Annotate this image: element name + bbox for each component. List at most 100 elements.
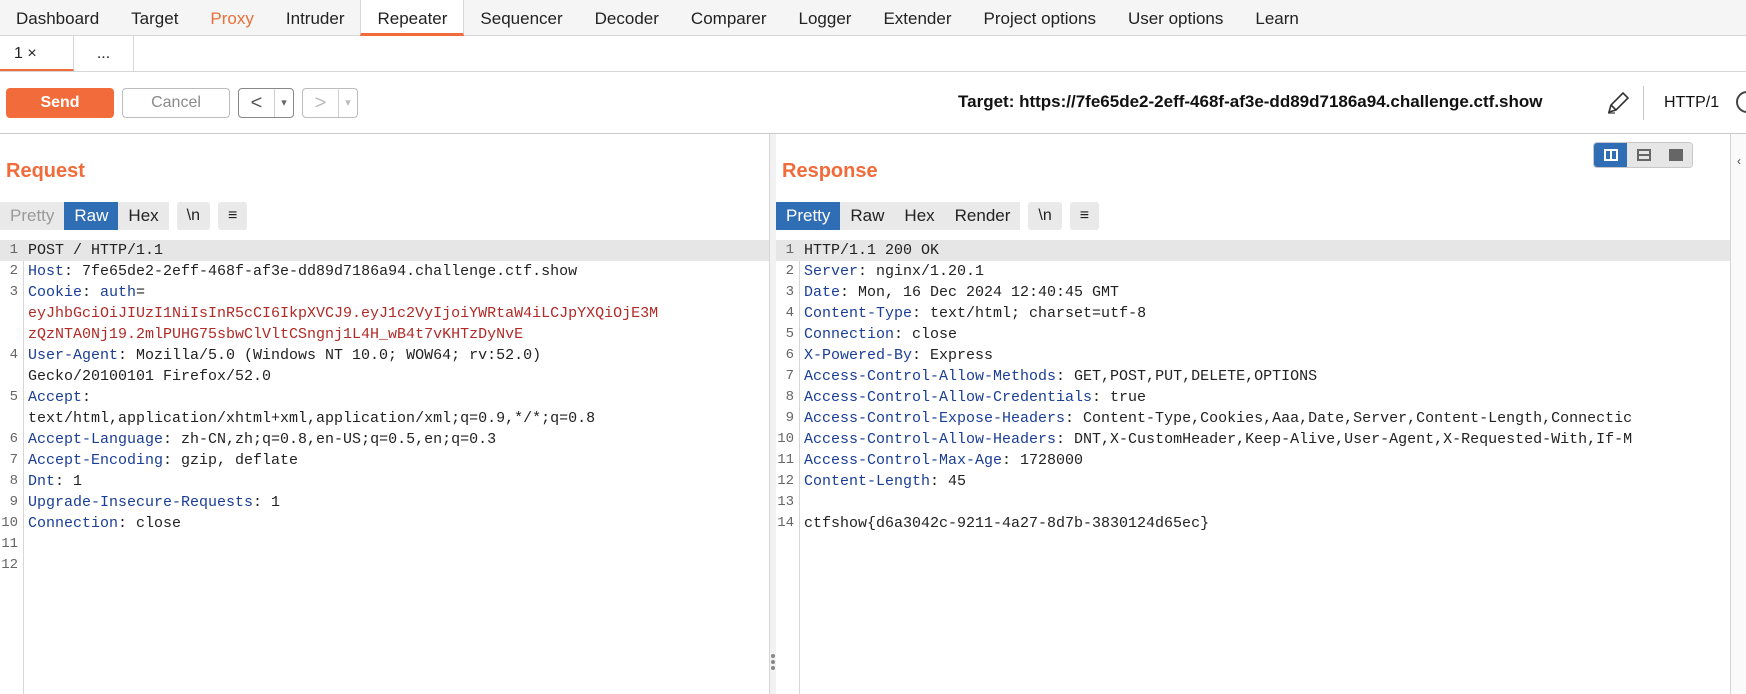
request-editor[interactable]: 1 POST / HTTP/1.1 2 Host: 7fe65de2-2eff-468… — [0, 240, 769, 694]
request-newline-toggle[interactable]: \n — [176, 202, 210, 230]
line-number: 10 — [777, 431, 794, 447]
tab-dashboard[interactable]: Dashboard — [0, 0, 115, 36]
code-text: eyJhbGciOiJIUzI1NiIsInR5cCI6IkpXVCJ9.eyJ… — [28, 303, 658, 324]
tab-extender[interactable]: Extender — [867, 0, 967, 36]
code-text: Access-Control-Allow-Methods: GET,POST,P… — [804, 366, 1317, 387]
response-line: 5 Connection: close — [776, 324, 1730, 345]
header-name: Server — [804, 263, 859, 280]
request-line: 4 User-Agent: Mozilla/5.0 (Windows NT 10.… — [0, 345, 769, 366]
response-line: 8 Access-Control-Allow-Credentials: true — [776, 387, 1730, 408]
code-text: User-Agent: Mozilla/5.0 (Windows NT 10.0… — [28, 345, 541, 366]
tab-intruder[interactable]: Intruder — [270, 0, 361, 36]
code-text: Date: Mon, 16 Dec 2024 12:40:45 GMT — [804, 282, 1119, 303]
help-icon[interactable] — [1736, 91, 1746, 113]
request-tab-pretty[interactable]: Pretty — [0, 202, 65, 230]
code-segment: : — [82, 389, 92, 406]
code-text: ctfshow{d6a3042c-9211-4a27-8d7b-3830124d… — [804, 513, 1209, 534]
code-text: Connection: close — [804, 324, 957, 345]
header-name: Accept-Language — [28, 431, 164, 448]
code-text: Upgrade-Insecure-Requests: 1 — [28, 492, 280, 513]
code-segment: : — [82, 284, 101, 301]
line-number: 10 — [1, 515, 18, 531]
back-dropdown-icon[interactable]: ▾ — [275, 89, 293, 117]
code-segment: : text/html; charset=utf-8 — [912, 305, 1147, 322]
tab-user-options[interactable]: User options — [1112, 0, 1239, 36]
request-line: 12 — [0, 555, 769, 576]
target-url: Target: https://7fe65de2-2eff-468f-af3e-… — [958, 92, 1543, 111]
request-title: Request — [6, 160, 85, 182]
request-line: 10 Connection: close — [0, 513, 769, 534]
line-number: 12 — [1, 557, 18, 573]
header-name: Date — [804, 284, 841, 301]
response-line: 11 Access-Control-Max-Age: 1728000 — [776, 450, 1730, 471]
layout-stacked-button[interactable] — [1626, 143, 1660, 167]
tab-comparer[interactable]: Comparer — [675, 0, 783, 36]
back-arrow-icon[interactable]: < — [239, 89, 275, 117]
response-menu-icon[interactable]: ≡ — [1069, 202, 1100, 230]
expand-inspector-icon[interactable]: ‹ — [1737, 154, 1741, 168]
header-name: Access-Control-Expose-Headers — [804, 410, 1066, 427]
layout-tabs-button[interactable] — [1659, 143, 1692, 167]
line-number: 6 — [785, 347, 794, 363]
cancel-button[interactable]: Cancel — [122, 88, 230, 118]
http-version-label[interactable]: HTTP/1 — [1664, 94, 1719, 112]
code-text: POST / HTTP/1.1 — [28, 240, 163, 261]
repeater-toolbar: Send Cancel < ▾ > ▾ Target: https://7fe6… — [0, 72, 1746, 134]
tab-sequencer[interactable]: Sequencer — [464, 0, 578, 36]
code-text: Accept: — [28, 387, 91, 408]
code-text: Gecko/20100101 Firefox/52.0 — [28, 366, 271, 387]
tab-proxy[interactable]: Proxy — [194, 0, 269, 36]
header-name: Host — [28, 263, 65, 280]
response-tab-raw[interactable]: Raw — [840, 202, 895, 230]
response-line: 2 Server: nginx/1.20.1 — [776, 261, 1730, 282]
edit-target-icon[interactable] — [1605, 90, 1631, 116]
code-text: Accept-Language: zh-CN,zh;q=0.8,en-US;q=… — [28, 429, 496, 450]
tab-project-options[interactable]: Project options — [968, 0, 1112, 36]
repeater-new-tab[interactable]: ... — [74, 36, 134, 71]
repeater-tab-1[interactable]: 1 × — [0, 36, 74, 71]
forward-arrow-icon[interactable]: > — [303, 89, 339, 117]
single-pane-icon — [1669, 149, 1684, 161]
line-number: 5 — [9, 389, 18, 405]
back-button[interactable]: < ▾ — [238, 88, 294, 118]
code-segment: Gecko/20100101 Firefox/52.0 — [28, 368, 272, 385]
line-number: 2 — [785, 263, 794, 279]
line-number: 11 — [1, 536, 18, 552]
tab-learn[interactable]: Learn — [1239, 0, 1314, 36]
code-text: Access-Control-Allow-Headers: DNT,X-Cust… — [804, 429, 1632, 450]
tab-decoder[interactable]: Decoder — [579, 0, 675, 36]
code-text: Connection: close — [28, 513, 181, 534]
code-text: Host: 7fe65de2-2eff-468f-af3e-dd89d7186a… — [28, 261, 577, 282]
response-tab-pretty[interactable]: Pretty — [776, 202, 841, 230]
code-segment: : 45 — [930, 473, 967, 490]
forward-button[interactable]: > ▾ — [302, 88, 358, 118]
request-tab-raw[interactable]: Raw — [64, 202, 119, 230]
request-line: 5 Accept: — [0, 387, 769, 408]
tab-target[interactable]: Target — [115, 0, 194, 36]
code-segment: : 1 — [55, 473, 83, 490]
forward-dropdown-icon[interactable]: ▾ — [339, 89, 357, 117]
header-name: Content-Type — [804, 305, 913, 322]
tab-logger[interactable]: Logger — [783, 0, 868, 36]
send-button[interactable]: Send — [6, 88, 114, 118]
code-text: zQzNTA0Nj19.2mlPUHG75sbwClVltCSngnj1L4H_… — [28, 324, 523, 345]
response-tab-render[interactable]: Render — [944, 202, 1021, 230]
request-panel: Request Pretty Raw Hex \n ≡ 1 POST / HTTP… — [0, 134, 770, 694]
response-editor[interactable]: 1 HTTP/1.1 200 OK 2 Server: nginx/1.20.1 3 Da… — [776, 240, 1730, 694]
request-line: 6 Accept-Language: zh-CN,zh;q=0.8,en-US;q… — [0, 429, 769, 450]
line-number: 4 — [785, 305, 794, 321]
code-segment: : 1728000 — [1002, 452, 1084, 469]
layout-side-by-side-button[interactable] — [1594, 143, 1627, 167]
inspector-collapsed-bar[interactable]: ‹ — [1730, 134, 1746, 694]
header-name: Access-Control-Max-Age — [804, 452, 1003, 469]
request-menu-icon[interactable]: ≡ — [218, 202, 248, 230]
header-name: Access-Control-Allow-Headers — [804, 431, 1057, 448]
line-number: 6 — [9, 431, 18, 447]
response-newline-toggle[interactable]: \n — [1028, 202, 1062, 230]
code-text: Server: nginx/1.20.1 — [804, 261, 984, 282]
response-tab-hex[interactable]: Hex — [894, 202, 945, 230]
cookie-value: zQzNTA0Nj19.2mlPUHG75sbwClVltCSngnj1L4H_… — [28, 326, 524, 343]
code-segment: HTTP/1.1 200 OK — [804, 242, 940, 259]
tab-repeater[interactable]: Repeater — [360, 0, 465, 36]
request-tab-hex[interactable]: Hex — [118, 202, 169, 230]
